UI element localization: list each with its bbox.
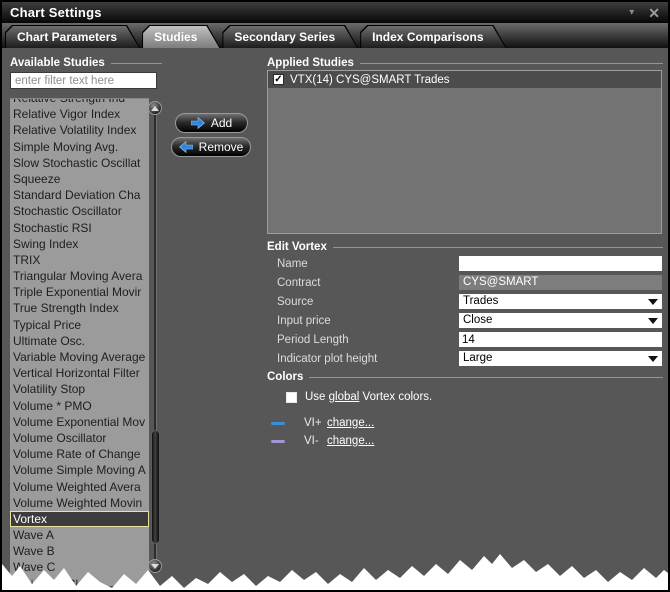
list-item-volume-rate-of-change[interactable]: Volume Rate of Change: [10, 446, 149, 462]
applied-study-row[interactable]: ✓ VTX(14) CYS@SMART Trades: [268, 71, 661, 88]
tabstrip: Chart ParametersStudiesSecondary SeriesI…: [2, 23, 668, 48]
arrow-right-icon: [191, 117, 205, 129]
list-item-true-strength-index[interactable]: True Strength Index: [10, 300, 149, 316]
list-item-triangular-moving-avera[interactable]: Triangular Moving Avera: [10, 268, 149, 284]
list-item-relative-strength-ind[interactable]: Relative Strength Ind: [10, 98, 149, 106]
list-item-volume-pmo[interactable]: Volume * PMO: [10, 398, 149, 414]
list-item-ultimate-osc[interactable]: Ultimate Osc.: [10, 333, 149, 349]
close-icon[interactable]: ✕: [648, 6, 660, 20]
selected-value: Large: [463, 351, 492, 366]
list-item-trix[interactable]: TRIX: [10, 252, 149, 268]
list-item-vertical-horizontal-filter[interactable]: Vertical Horizontal Filter: [10, 365, 149, 381]
color-swatch-vi: [271, 440, 285, 443]
change-color-link-vi+[interactable]: change...: [327, 417, 374, 429]
list-item-volume-weighted-movin[interactable]: Volume Weighted Movin: [10, 495, 149, 511]
up-arrow-icon: [151, 106, 159, 111]
vortex-color-rows: VI+change...VI-change...: [271, 414, 374, 450]
field-indicator-plot-height[interactable]: Large: [459, 351, 662, 366]
dropdown-arrow-icon: [648, 356, 658, 362]
tab-secondary-series[interactable]: Secondary Series: [222, 25, 358, 48]
applied-studies-header: Applied Studies: [267, 57, 663, 69]
field-source[interactable]: Trades: [459, 294, 662, 309]
field-label-contract: Contract: [267, 277, 459, 289]
list-item-stochastic-rsi[interactable]: Stochastic RSI: [10, 220, 149, 236]
list-item-volatility-stop[interactable]: Volatility Stop: [10, 381, 149, 397]
color-swatch-vi+: [271, 422, 285, 425]
form-row-contract: ContractCYS@SMART: [267, 273, 663, 292]
color-row-vi+: VI+change...: [271, 414, 374, 432]
torn-edge: [2, 542, 670, 590]
remove-button[interactable]: Remove: [171, 137, 251, 157]
field-name[interactable]: [459, 256, 662, 271]
field-label-indicator-plot-height: Indicator plot height: [267, 353, 459, 365]
available-studies-header: Available Studies: [10, 57, 162, 69]
tab-chart-parameters[interactable]: Chart Parameters: [5, 25, 140, 48]
titlebar[interactable]: Chart Settings ▾ ✕: [2, 2, 668, 23]
swatch-label: VI+: [304, 417, 324, 429]
edit-vortex-form: NameContractCYS@SMARTSourceTradesInput p…: [267, 254, 663, 368]
dropdown-arrow-icon: [648, 299, 658, 305]
list-item-squeeze[interactable]: Squeeze: [10, 171, 149, 187]
applied-study-label: VTX(14) CYS@SMART Trades: [290, 74, 450, 86]
list-item-simple-moving-avg[interactable]: Simple Moving Avg.: [10, 139, 149, 155]
edit-vortex-header: Edit Vortex: [267, 241, 663, 253]
tab-label: Chart Parameters: [6, 26, 139, 48]
field-label-source: Source: [267, 296, 459, 308]
applied-study-checkbox[interactable]: ✓: [273, 74, 284, 85]
selected-value: Trades: [463, 294, 498, 309]
list-item-standard-deviation-cha[interactable]: Standard Deviation Cha: [10, 187, 149, 203]
applied-studies-list: ✓ VTX(14) CYS@SMART Trades: [267, 70, 662, 234]
list-item-slow-stochastic-oscillat[interactable]: Slow Stochastic Oscillat: [10, 155, 149, 171]
list-item-wave-a[interactable]: Wave A: [10, 527, 149, 543]
field-label-name: Name: [267, 258, 459, 270]
list-item-relative-volatility-index[interactable]: Relative Volatility Index: [10, 122, 149, 138]
field-input-price[interactable]: Close: [459, 313, 662, 328]
list-item-volume-simple-moving-a[interactable]: Volume Simple Moving A: [10, 462, 149, 478]
form-row-indicator-plot-height: Indicator plot height Large: [267, 349, 663, 368]
tab-studies[interactable]: Studies: [142, 25, 220, 48]
window-menu-icon[interactable]: ▾: [629, 7, 634, 18]
tab-label: Index Comparisons: [361, 26, 505, 48]
field-label-input-price: Input price: [267, 315, 459, 327]
scrollbar-up-button[interactable]: [148, 101, 162, 115]
list-item-typical-price[interactable]: Typical Price: [10, 317, 149, 333]
field-contract: CYS@SMART: [459, 275, 662, 290]
scrollbar-thumb[interactable]: [151, 430, 160, 544]
form-row-source: Source Trades: [267, 292, 663, 311]
list-item-volume-exponential-mov[interactable]: Volume Exponential Mov: [10, 414, 149, 430]
use-global-colors-row: Use global Vortex colors.: [286, 390, 432, 404]
global-link[interactable]: global: [329, 391, 360, 403]
swatch-label: VI-: [304, 435, 324, 447]
tab-label: Studies: [143, 26, 219, 48]
change-color-link-vi[interactable]: change...: [327, 435, 374, 447]
form-row-period-length: Period Length: [267, 330, 663, 349]
colors-header: Colors: [267, 371, 663, 383]
arrow-left-icon: [179, 141, 193, 153]
list-item-volume-weighted-avera[interactable]: Volume Weighted Avera: [10, 479, 149, 495]
list-item-relative-vigor-index[interactable]: Relative Vigor Index: [10, 106, 149, 122]
list-item-triple-exponential-movir[interactable]: Triple Exponential Movir: [10, 284, 149, 300]
window-title: Chart Settings: [10, 5, 102, 20]
chart-settings-dialog: Chart Settings ▾ ✕ Chart ParametersStudi…: [0, 0, 670, 592]
use-global-label: Use global Vortex colors.: [305, 391, 432, 403]
tab-label: Secondary Series: [223, 26, 357, 48]
dropdown-arrow-icon: [648, 318, 658, 324]
selected-value: Close: [463, 313, 492, 328]
field-period-length[interactable]: [459, 332, 662, 347]
list-item-volume-oscillator[interactable]: Volume Oscillator: [10, 430, 149, 446]
add-button[interactable]: Add: [175, 113, 248, 133]
field-label-period-length: Period Length: [267, 334, 459, 346]
color-row-vi: VI-change...: [271, 432, 374, 450]
list-item-variable-moving-average[interactable]: Variable Moving Average: [10, 349, 149, 365]
filter-input[interactable]: [10, 72, 157, 89]
form-row-name: Name: [267, 254, 663, 273]
list-item-vortex[interactable]: Vortex: [10, 511, 149, 527]
list-item-swing-index[interactable]: Swing Index: [10, 236, 149, 252]
form-row-input-price: Input price Close: [267, 311, 663, 330]
available-studies-list: Relative Strength IndRelative Vigor Inde…: [10, 98, 149, 586]
list-item-stochastic-oscillator[interactable]: Stochastic Oscillator: [10, 203, 149, 219]
tab-index-comparisons[interactable]: Index Comparisons: [360, 25, 506, 48]
use-global-checkbox[interactable]: [286, 392, 297, 403]
